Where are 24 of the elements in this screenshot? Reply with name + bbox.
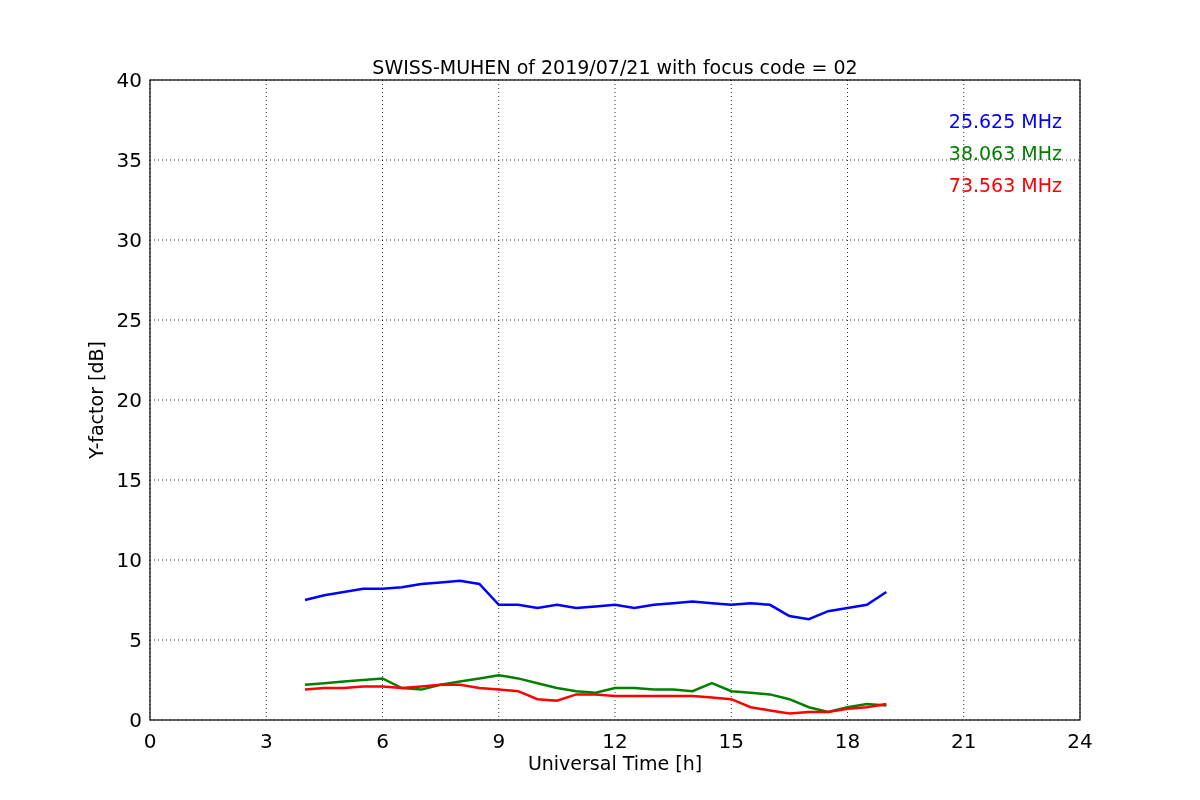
y-tick-label: 15 bbox=[116, 468, 142, 492]
x-axis-label: Universal Time [h] bbox=[527, 752, 703, 774]
x-tick-label: 9 bbox=[492, 729, 506, 753]
y-tick-label: 25 bbox=[116, 308, 142, 332]
legend-label: 38.063 MHz bbox=[948, 142, 1062, 164]
y-tick-label: 0 bbox=[129, 708, 142, 732]
x-tick-label: 18 bbox=[834, 729, 861, 753]
chart-title: SWISS-MUHEN of 2019/07/21 with focus code = 02 bbox=[372, 56, 858, 78]
y-tick-label: 40 bbox=[116, 68, 142, 92]
x-tick-label: 24 bbox=[1067, 729, 1093, 753]
legend-label: 25.625 MHz bbox=[948, 110, 1062, 132]
y-tick-label: 5 bbox=[129, 628, 142, 652]
y-axis-label: Y-factor [dB] bbox=[85, 341, 107, 459]
x-tick-label: 6 bbox=[376, 729, 389, 753]
x-tick-label: 0 bbox=[143, 729, 157, 753]
x-tick-label: 12 bbox=[602, 729, 628, 753]
x-tick-label: 15 bbox=[718, 729, 744, 753]
legend-label: 73.563 MHz bbox=[948, 174, 1062, 196]
x-tick-label: 3 bbox=[259, 729, 273, 753]
y-tick-label: 30 bbox=[116, 228, 142, 252]
x-tick-label: 21 bbox=[951, 729, 977, 753]
y-tick-label: 10 bbox=[116, 548, 142, 572]
y-tick-label: 35 bbox=[116, 148, 142, 172]
y-tick-label: 20 bbox=[116, 388, 142, 412]
